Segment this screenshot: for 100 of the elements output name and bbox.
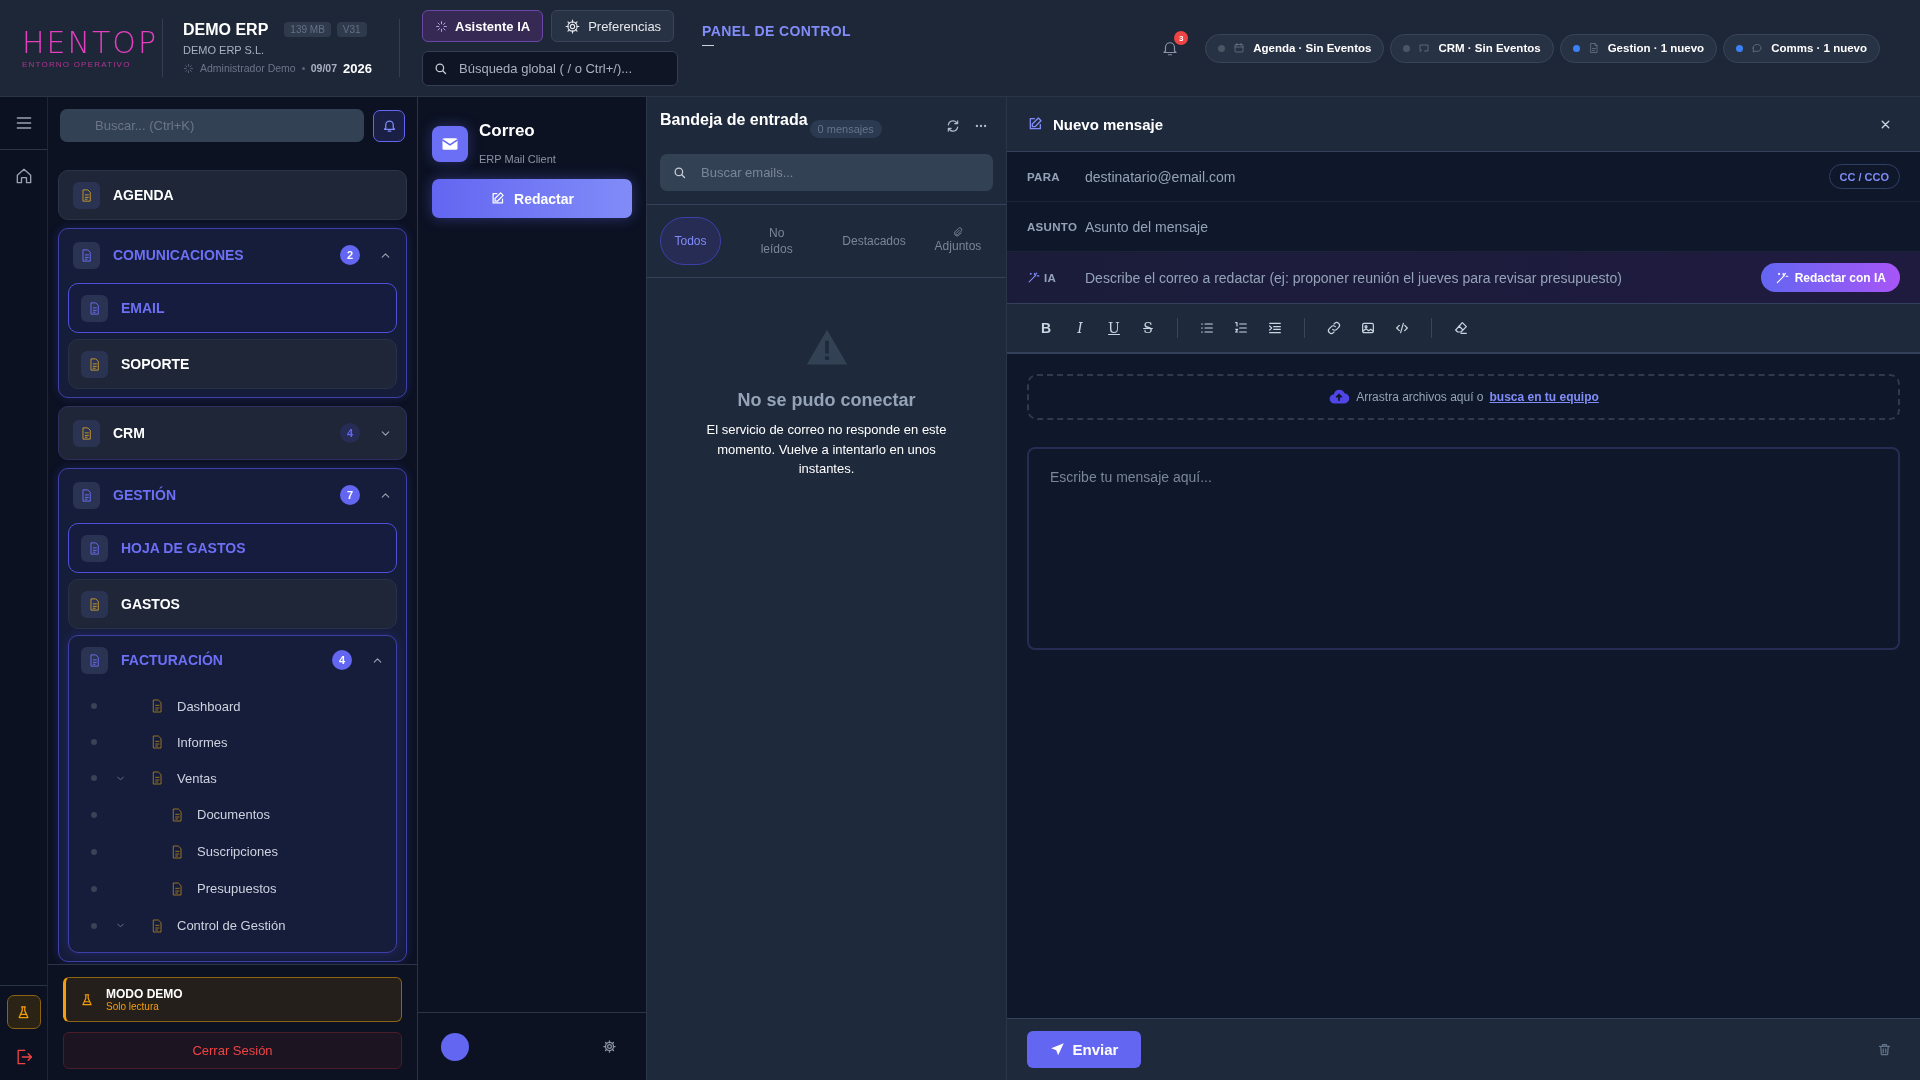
app-title: Correo: [479, 121, 536, 141]
strikethrough-button[interactable]: S: [1137, 316, 1159, 340]
magic-wand-icon: [1027, 271, 1040, 284]
chip-label: Comms · 1 nuevo: [1771, 42, 1867, 54]
bullet-dot: [91, 739, 97, 745]
nav-group-header[interactable]: GESTIÓN 7: [59, 469, 406, 521]
sidebar-search-field[interactable]: Buscar... (Ctrl+K): [60, 109, 364, 142]
company-name: DEMO ERP S.L.: [183, 43, 266, 56]
nav-item[interactable]: SOPORTE: [68, 339, 397, 389]
count-badge: 4: [332, 650, 352, 670]
tree-item[interactable]: Informes: [69, 724, 396, 760]
settings-icon[interactable]: [602, 1039, 617, 1054]
nav-item[interactable]: GASTOS: [68, 579, 397, 629]
chip-label: Agenda · Sin Eventos: [1253, 42, 1372, 54]
nav-group-header[interactable]: CRM 4: [59, 407, 406, 459]
text-input[interactable]: Buscar... (Ctrl+K): [93, 117, 364, 134]
count-badge: 4: [340, 423, 360, 443]
status-chip[interactable]: CRM · Sin Eventos: [1390, 33, 1554, 63]
page-title: PANEL DE CONTROL: [702, 23, 851, 39]
separator-dot: [301, 66, 305, 70]
field-label: ASUNTO: [1027, 220, 1079, 233]
demo-mode-button[interactable]: [6, 995, 41, 1029]
filter-tab[interactable]: No leídos: [741, 217, 812, 265]
ai-compose-button[interactable]: Redactar con IA: [1760, 263, 1900, 292]
logout-button[interactable]: Cerrar Sesión: [63, 1032, 402, 1069]
tree-item[interactable]: Presupuestos: [69, 870, 396, 907]
nav-group-header[interactable]: COMUNICACIONES 2: [59, 229, 406, 281]
demo-title: MODO DEMO: [106, 987, 183, 1001]
dropzone-text: Arrastra archivos aquí o: [1356, 390, 1484, 404]
chip-label: CRM · Sin Eventos: [1438, 42, 1541, 54]
nav-item[interactable]: EMAIL: [68, 283, 397, 333]
email-search-field[interactable]: Buscar emails...: [660, 154, 993, 191]
settings-icon: [564, 17, 582, 35]
avatar[interactable]: [441, 1032, 469, 1061]
underline-button[interactable]: U: [1103, 316, 1125, 340]
logo: HENTOP: [22, 27, 158, 58]
code-icon[interactable]: [1394, 320, 1410, 336]
send-button[interactable]: Enviar: [1027, 1031, 1141, 1068]
trash-icon[interactable]: [1877, 1042, 1892, 1057]
assistant-button[interactable]: Asistente IA: [422, 10, 544, 42]
tree-item[interactable]: Control de Gestión: [69, 907, 396, 944]
notification-badge: 3: [1174, 31, 1189, 45]
italic-button[interactable]: I: [1069, 316, 1091, 340]
indent-icon[interactable]: [1267, 320, 1283, 336]
filter-tab[interactable]: Adjuntos: [922, 217, 993, 265]
text-input[interactable]: Buscar emails...: [699, 164, 981, 181]
nav-item[interactable]: AGENDA: [58, 170, 407, 220]
chip-label: Gestion · 1 nuevo: [1607, 42, 1705, 54]
message-body-field[interactable]: Escribe tu mensaje aquí...: [1048, 467, 1879, 630]
status-chip[interactable]: Agenda · Sin Eventos: [1205, 33, 1385, 63]
text-input[interactable]: Búsqueda global ( / o Ctrl+/)...: [457, 60, 667, 77]
refresh-icon[interactable]: [946, 119, 960, 133]
tree-item[interactable]: Documentos: [69, 796, 396, 833]
global-search-field[interactable]: Búsqueda global ( / o Ctrl+/)...: [422, 51, 678, 86]
status-chip[interactable]: Gestion · 1 nuevo: [1559, 33, 1718, 63]
monitor-icon: [1418, 42, 1431, 54]
user-name: Administrador Demo: [200, 62, 296, 74]
app-subtitle: ERP Mail Client: [479, 153, 556, 165]
empty-state-message: El servicio de correo no responde en este momento. Vuelve a intentarlo en unos instantes.: [705, 421, 948, 478]
send-icon: [1049, 1042, 1065, 1057]
image-icon[interactable]: [1360, 320, 1376, 336]
recipient-field[interactable]: destinatario@email.com: [1085, 165, 1829, 188]
chat-icon: [1751, 42, 1764, 54]
notifications-button[interactable]: [373, 109, 405, 142]
link-icon[interactable]: [1326, 320, 1342, 336]
version-badge: V31: [336, 22, 367, 37]
demo-subtitle: Solo lectura: [106, 1001, 160, 1012]
ai-prompt-field[interactable]: Describe el correo a redactar (ej: proponer reunión el jueves para revisar presupuesto): [1085, 266, 1761, 289]
subject-field[interactable]: Asunto del mensaje: [1085, 215, 1900, 238]
tree-item[interactable]: Ventas: [69, 760, 396, 796]
tree-item[interactable]: Suscripciones: [69, 833, 396, 870]
numbered-list-icon[interactable]: [1233, 320, 1249, 336]
count-badge: 7: [340, 485, 360, 505]
compose-title: Nuevo mensaje: [1053, 115, 1164, 133]
logo-tagline: ENTORNO OPERATIVO: [22, 59, 131, 69]
browse-link[interactable]: busca en tu equipo: [1489, 390, 1599, 404]
status-chip[interactable]: Comms · 1 nuevo: [1723, 33, 1880, 63]
nav-item[interactable]: HOJA DE GASTOS: [68, 523, 397, 573]
calendar-icon: [1233, 42, 1246, 54]
bell-icon: [381, 118, 397, 133]
document-icon: [1587, 42, 1600, 54]
flask-icon: [16, 1004, 31, 1020]
bold-button[interactable]: B: [1035, 316, 1057, 340]
notification-bell-icon[interactable]: [1161, 39, 1180, 57]
flask-icon: [80, 992, 94, 1007]
nav-group-header[interactable]: FACTURACIÓN 4: [69, 636, 396, 684]
message-body-box[interactable]: Escribe tu mensaje aquí...: [1027, 447, 1900, 650]
filter-tab[interactable]: Todos: [660, 217, 721, 265]
page-subtitle: —: [702, 39, 715, 51]
bullet-list-icon[interactable]: [1199, 320, 1215, 336]
search-icon: [672, 165, 687, 180]
bullet-dot: [91, 811, 97, 818]
compose-button[interactable]: Redactar: [432, 179, 632, 218]
paperclip-icon: [952, 227, 964, 239]
ai-prompt-bar[interactable]: IA Describe el correo a redactar (ej: proponer reunión el jueves para revisar presupuesto) Redactar con IA: [1007, 252, 1920, 304]
tree-item[interactable]: Dashboard: [69, 688, 396, 724]
preferences-button[interactable]: Preferencias: [551, 10, 675, 42]
count-badge: 2: [340, 245, 360, 265]
inbox-title: Bandeja de entrada: [660, 111, 808, 129]
eraser-icon[interactable]: [1453, 320, 1469, 336]
